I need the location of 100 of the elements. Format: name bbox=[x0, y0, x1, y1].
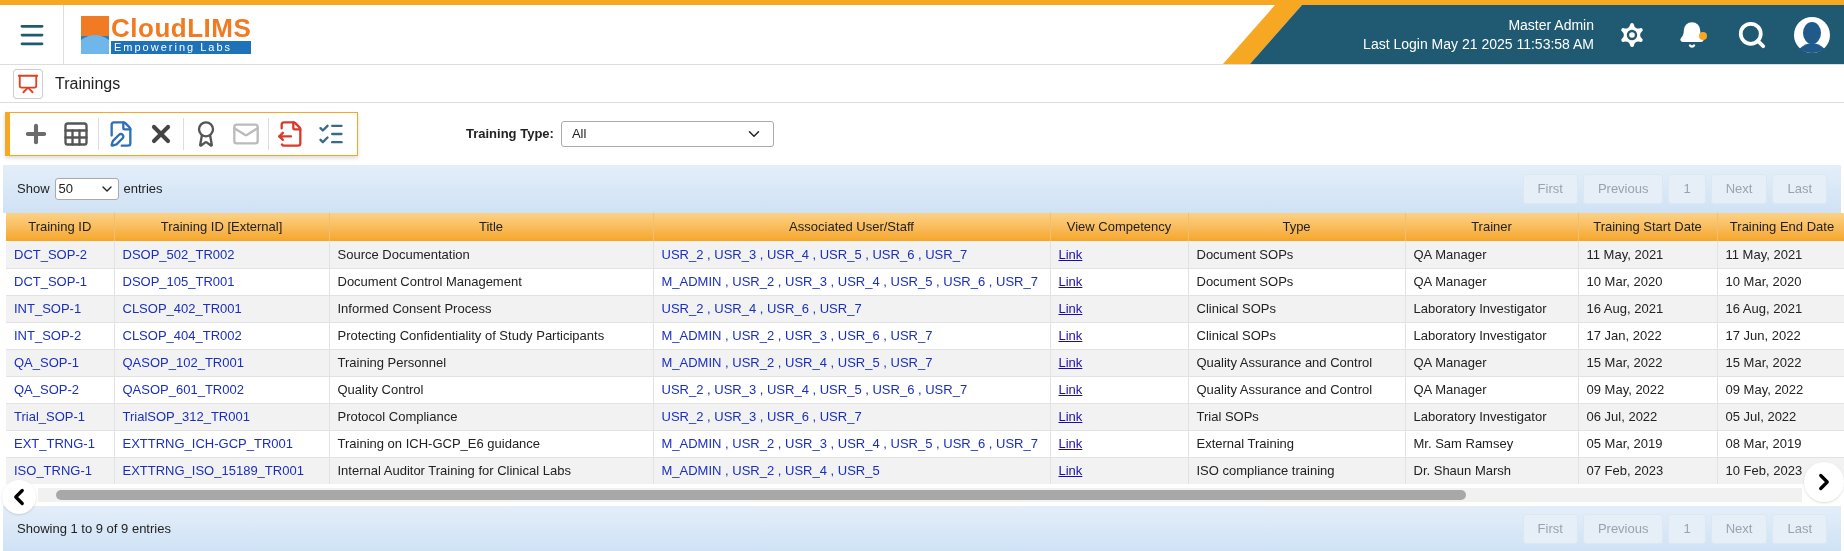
table-cell: 09 May, 2022 bbox=[1586, 381, 1665, 397]
scroll-right-button[interactable] bbox=[1804, 462, 1844, 502]
table-link[interactable]: USR_2 , USR_4 , USR_6 , USR_7 bbox=[661, 300, 862, 316]
table-cell: Dr. Shaun Marsh bbox=[1413, 462, 1512, 478]
table-link[interactable]: EXT_TRNG-1 bbox=[14, 435, 95, 451]
table-cell: Training on ICH-GCP_E6 guidance bbox=[337, 435, 541, 451]
table-cell: 06 Jul, 2022 bbox=[1586, 408, 1658, 424]
competency-link[interactable]: Link bbox=[1058, 300, 1083, 316]
table-link[interactable]: USR_2 , USR_3 , USR_4 , USR_5 , USR_6 , USR_7 bbox=[661, 381, 968, 397]
table-cell: 10 Feb, 2023 bbox=[1725, 462, 1803, 478]
entries-label: entries bbox=[123, 180, 163, 199]
table-cell: QA Manager bbox=[1413, 381, 1487, 397]
table-link[interactable]: DSOP_105_TR001 bbox=[122, 273, 235, 289]
competency-link[interactable]: Link bbox=[1058, 354, 1083, 370]
table-cell: Laboratory Investigator bbox=[1413, 300, 1547, 316]
table-cell: Training Personnel bbox=[337, 354, 447, 370]
table-cell: Protocol Compliance bbox=[337, 408, 458, 424]
table-info: Showing 1 to 9 of 9 entries bbox=[16, 519, 171, 538]
avatar-icon bbox=[1794, 16, 1830, 53]
table-cell: 15 Mar, 2022 bbox=[1725, 354, 1802, 370]
table-cell: Quality Control bbox=[337, 381, 424, 397]
table-icon bbox=[62, 120, 90, 148]
table-cell: Clinical SOPs bbox=[1196, 327, 1276, 343]
table-cell: External Training bbox=[1196, 435, 1295, 451]
table-cell: 10 Mar, 2020 bbox=[1586, 273, 1663, 289]
table-cell: 16 Aug, 2021 bbox=[1725, 300, 1803, 316]
table-cell: ISO compliance training bbox=[1196, 462, 1335, 478]
logo-tagline: Empowering Labs bbox=[111, 41, 252, 54]
table-cell: 16 Aug, 2021 bbox=[1586, 300, 1664, 316]
table-link[interactable]: EXTTRNG_ICH-GCP_TR001 bbox=[122, 435, 293, 451]
logo-icon bbox=[81, 15, 109, 54]
competency-link[interactable]: Link bbox=[1058, 435, 1083, 451]
training-type-select[interactable]: All bbox=[560, 121, 774, 147]
table-link[interactable]: DCT_SOP-1 bbox=[14, 273, 87, 289]
table-cell: 10 Mar, 2020 bbox=[1725, 273, 1802, 289]
table-cell: 15 Mar, 2022 bbox=[1586, 354, 1663, 370]
table-link[interactable]: M_ADMIN , USR_2 , USR_3 , USR_4 , USR_5 , USR_6 , USR_7 bbox=[661, 273, 1038, 289]
page-icon bbox=[13, 68, 43, 99]
table-link[interactable]: M_ADMIN , USR_2 , USR_3 , USR_6 , USR_7 bbox=[661, 327, 933, 343]
table-link[interactable]: DSOP_502_TR002 bbox=[122, 246, 235, 262]
table-link[interactable]: M_ADMIN , USR_2 , USR_4 , USR_5 bbox=[661, 462, 880, 478]
table-cell: 17 Jan, 2022 bbox=[1586, 327, 1662, 343]
table-link[interactable]: M_ADMIN , USR_2 , USR_4 , USR_5 , USR_7 bbox=[661, 354, 933, 370]
table-cell: Quality Assurance and Control bbox=[1196, 354, 1373, 370]
table-cell: 09 May, 2022 bbox=[1725, 381, 1804, 397]
table-cell: Document SOPs bbox=[1196, 273, 1294, 289]
table-link[interactable]: M_ADMIN , USR_2 , USR_3 , USR_4 , USR_5 , USR_6 , USR_7 bbox=[661, 435, 1038, 451]
table-cell: QA Manager bbox=[1413, 246, 1487, 262]
competency-link[interactable]: Link bbox=[1058, 246, 1083, 262]
table-link[interactable]: QASOP_601_TR002 bbox=[122, 381, 244, 397]
table-link[interactable]: QA_SOP-1 bbox=[14, 354, 80, 370]
table-link[interactable]: EXTTRNG_ISO_15189_TR001 bbox=[122, 462, 304, 478]
table-cell: Informed Consent Process bbox=[337, 300, 492, 316]
table-cell: Laboratory Investigator bbox=[1413, 327, 1547, 343]
table-cell: Mr. Sam Ramsey bbox=[1413, 435, 1514, 451]
table-link[interactable]: TrialSOP_312_TR001 bbox=[122, 408, 250, 424]
table-link[interactable]: Trial_SOP-1 bbox=[14, 408, 86, 424]
competency-link[interactable]: Link bbox=[1058, 327, 1083, 343]
table-cell: Clinical SOPs bbox=[1196, 300, 1276, 316]
table-cell: QA Manager bbox=[1413, 273, 1487, 289]
table-link[interactable]: CLSOP_404_TR002 bbox=[122, 327, 242, 343]
table-link[interactable]: QA_SOP-2 bbox=[14, 381, 80, 397]
competency-link[interactable]: Link bbox=[1058, 381, 1083, 397]
user-name: Master Admin bbox=[1508, 15, 1594, 35]
table-cell: Protecting Confidentiality of Study Participants bbox=[337, 327, 605, 343]
table-cell: Document Control Management bbox=[337, 273, 522, 289]
table-cell: Trial SOPs bbox=[1196, 408, 1259, 424]
table-cell: Internal Auditor Training for Clinical Labs bbox=[337, 462, 571, 478]
table-link[interactable]: INT_SOP-1 bbox=[14, 300, 82, 316]
table-link[interactable]: ISO_TRNG-1 bbox=[14, 462, 92, 478]
table-cell: 05 Jul, 2022 bbox=[1725, 408, 1797, 424]
table-link[interactable]: USR_2 , USR_3 , USR_6 , USR_7 bbox=[661, 408, 862, 424]
avatar-button[interactable] bbox=[1794, 16, 1830, 53]
table-cell: 05 Mar, 2019 bbox=[1586, 435, 1663, 451]
show-label: Show bbox=[17, 180, 50, 199]
table-cell: Document SOPs bbox=[1196, 246, 1294, 262]
search-icon bbox=[1737, 19, 1767, 50]
table-link[interactable]: CLSOP_402_TR001 bbox=[122, 300, 242, 316]
page-title: Trainings bbox=[55, 73, 121, 94]
competency-link[interactable]: Link bbox=[1058, 462, 1083, 478]
table-cell: 07 Feb, 2023 bbox=[1586, 462, 1664, 478]
table-link[interactable]: QASOP_102_TR001 bbox=[122, 354, 244, 370]
competency-link[interactable]: Link bbox=[1058, 273, 1083, 289]
logo-name: CloudLIMS bbox=[111, 15, 252, 41]
table-cell: QA Manager bbox=[1413, 354, 1487, 370]
page-size-select[interactable]: 50 bbox=[54, 178, 119, 200]
filter-label: Training Type: bbox=[466, 125, 554, 144]
table-cell: 11 May, 2021 bbox=[1586, 246, 1664, 262]
competency-link[interactable]: Link bbox=[1058, 408, 1083, 424]
table-link[interactable]: INT_SOP-2 bbox=[14, 327, 82, 343]
table-link[interactable]: DCT_SOP-2 bbox=[14, 246, 87, 262]
table-link[interactable]: USR_2 , USR_3 , USR_4 , USR_5 , USR_6 , USR_7 bbox=[661, 246, 968, 262]
table-cell: Laboratory Investigator bbox=[1413, 408, 1547, 424]
table-cell: 08 Mar, 2019 bbox=[1725, 435, 1802, 451]
last-login: Last Login May 21 2025 11:53:58 AM bbox=[1363, 34, 1594, 54]
horizontal-scrollbar[interactable] bbox=[38, 488, 1802, 502]
table-cell: Quality Assurance and Control bbox=[1196, 381, 1373, 397]
table-cell: 17 Jun, 2022 bbox=[1725, 327, 1801, 343]
table-cell: 11 May, 2021 bbox=[1725, 246, 1803, 262]
bell-icon bbox=[1678, 20, 1706, 49]
